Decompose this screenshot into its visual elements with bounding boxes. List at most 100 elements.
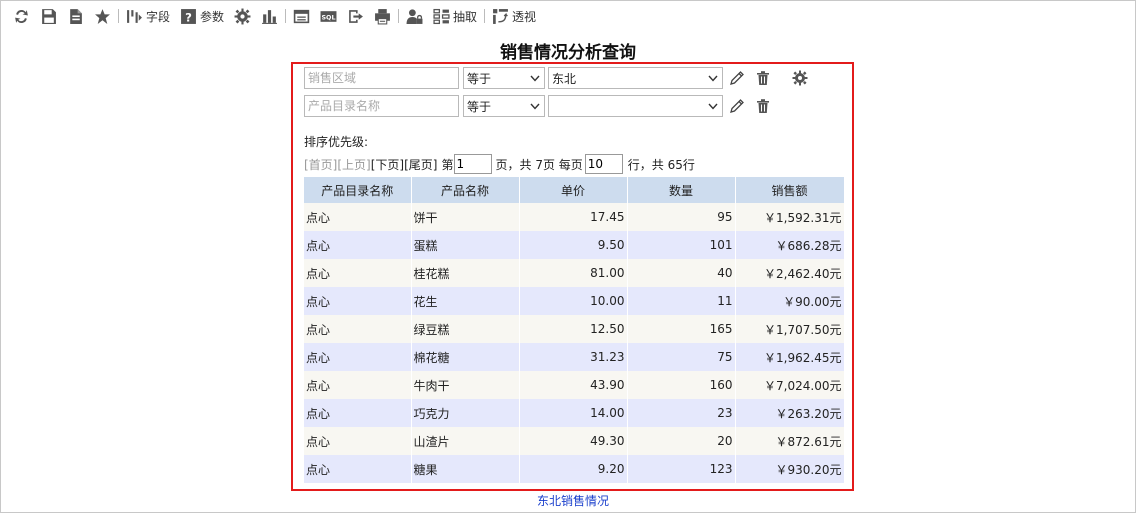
cell-category: 点心 bbox=[304, 231, 412, 259]
pager-page-suffix: 页，共 7页 每页 bbox=[495, 157, 583, 172]
user-lock-icon bbox=[406, 8, 423, 24]
gear-icon bbox=[234, 8, 251, 24]
cell-quantity: 95 bbox=[627, 203, 736, 231]
condition-field-input[interactable] bbox=[304, 67, 459, 89]
print-button[interactable] bbox=[369, 5, 396, 27]
pager-first-link[interactable]: [首页] bbox=[304, 156, 337, 173]
cell-quantity: 20 bbox=[627, 427, 736, 455]
table-row: 点心 山渣片 49.30 20 ￥872.61元 bbox=[304, 427, 845, 455]
column-header[interactable]: 销售额 bbox=[735, 177, 845, 203]
save-icon bbox=[42, 8, 56, 24]
page-number-input[interactable] bbox=[453, 154, 492, 174]
field-icon bbox=[127, 9, 142, 23]
delete-condition-button[interactable] bbox=[753, 96, 773, 116]
table-row: 点心 蛋糕 9.50 101 ￥686.28元 bbox=[304, 231, 845, 259]
cell-category: 点心 bbox=[304, 203, 412, 231]
chevron-down-icon bbox=[708, 75, 718, 82]
cell-category: 点心 bbox=[304, 259, 412, 287]
table-row: 点心 桂花糕 81.00 40 ￥2,462.40元 bbox=[304, 259, 845, 287]
pager-prev-link[interactable]: [上页] bbox=[337, 156, 370, 173]
cell-quantity: 11 bbox=[627, 287, 736, 315]
settings-button[interactable] bbox=[229, 5, 256, 27]
pager-next-link[interactable]: [下页] bbox=[371, 156, 404, 173]
layout-button[interactable] bbox=[288, 5, 315, 27]
condition-value-select[interactable] bbox=[548, 95, 723, 117]
sort-priority-label: 排序优先级: bbox=[304, 135, 369, 149]
cell-product: 巧克力 bbox=[411, 399, 520, 427]
pivot-button[interactable]: 透视 bbox=[487, 5, 541, 27]
table-header-row: 产品目录名称 产品名称 单价 数量 销售额 bbox=[304, 177, 845, 203]
edit-condition-button[interactable] bbox=[727, 96, 747, 116]
drilldown-link[interactable]: 东北销售情况 bbox=[0, 492, 1136, 509]
cell-product: 绿豆糕 bbox=[411, 315, 520, 343]
cell-sales: ￥1,707.50元 bbox=[735, 315, 845, 343]
extract-button[interactable]: 抽取 bbox=[428, 5, 482, 27]
cell-product: 棉花糖 bbox=[411, 343, 520, 371]
cell-price: 9.20 bbox=[519, 455, 628, 483]
cell-product: 桂花糕 bbox=[411, 259, 520, 287]
chevron-down-icon bbox=[708, 103, 718, 110]
refresh-button[interactable] bbox=[8, 5, 35, 27]
cell-product: 蛋糕 bbox=[411, 231, 520, 259]
cell-price: 9.50 bbox=[519, 231, 628, 259]
column-header[interactable]: 数量 bbox=[627, 177, 736, 203]
condition-value-text: 东北 bbox=[552, 71, 577, 86]
cell-price: 10.00 bbox=[519, 287, 628, 315]
condition-row: 等于 bbox=[304, 95, 773, 117]
condition-value-select[interactable]: 东北 bbox=[548, 67, 723, 89]
cell-category: 点心 bbox=[304, 315, 412, 343]
save-as-button[interactable] bbox=[62, 5, 89, 27]
cell-sales: ￥686.28元 bbox=[735, 231, 845, 259]
table-row: 点心 巧克力 14.00 23 ￥263.20元 bbox=[304, 399, 845, 427]
param-button[interactable]: ? 参数 bbox=[175, 5, 229, 27]
condition-settings-button[interactable] bbox=[790, 68, 810, 88]
cell-quantity: 101 bbox=[627, 231, 736, 259]
sql-button[interactable]: SQL bbox=[315, 5, 342, 27]
cell-category: 点心 bbox=[304, 399, 412, 427]
table-row: 点心 牛肉干 43.90 160 ￥7,024.00元 bbox=[304, 371, 845, 399]
bar-chart-icon bbox=[262, 9, 277, 24]
edit-condition-button[interactable] bbox=[727, 68, 747, 88]
field-button-label: 字段 bbox=[146, 9, 171, 24]
star-icon bbox=[95, 8, 110, 24]
sql-icon: SQL bbox=[320, 10, 337, 22]
cell-sales: ￥2,462.40元 bbox=[735, 259, 845, 287]
pager-last-link[interactable]: [尾页] bbox=[404, 156, 437, 173]
rows-per-page-input[interactable] bbox=[584, 154, 623, 174]
pivot-icon bbox=[493, 8, 508, 24]
save-button[interactable] bbox=[35, 5, 62, 27]
pencil-icon bbox=[730, 71, 744, 85]
column-header[interactable]: 单价 bbox=[519, 177, 628, 203]
toolbar-separator bbox=[484, 9, 486, 23]
cell-category: 点心 bbox=[304, 455, 412, 483]
pivot-button-label: 透视 bbox=[512, 9, 537, 24]
cell-price: 43.90 bbox=[519, 371, 628, 399]
condition-field-input[interactable] bbox=[304, 95, 459, 117]
report-title: 销售情况分析查询 bbox=[500, 43, 636, 63]
condition-operator-select[interactable]: 等于 bbox=[463, 95, 545, 117]
cell-price: 81.00 bbox=[519, 259, 628, 287]
field-button[interactable]: 字段 bbox=[121, 5, 175, 27]
extract-button-label: 抽取 bbox=[453, 9, 478, 24]
column-header[interactable]: 产品目录名称 bbox=[304, 177, 412, 203]
export-button[interactable] bbox=[342, 5, 369, 27]
cell-quantity: 75 bbox=[627, 343, 736, 371]
printer-icon bbox=[375, 8, 390, 24]
cell-product: 花生 bbox=[411, 287, 520, 315]
favorite-button[interactable] bbox=[89, 5, 116, 27]
pager-page-prefix: 第 bbox=[441, 157, 454, 172]
chart-button[interactable] bbox=[256, 5, 283, 27]
toolbar-separator bbox=[118, 9, 119, 23]
chevron-down-icon bbox=[530, 103, 540, 110]
delete-condition-button[interactable] bbox=[753, 68, 773, 88]
column-header[interactable]: 产品名称 bbox=[411, 177, 520, 203]
extract-icon bbox=[433, 8, 450, 24]
cell-quantity: 123 bbox=[627, 455, 736, 483]
toolbar-separator bbox=[398, 9, 400, 23]
cell-category: 点心 bbox=[304, 371, 412, 399]
cell-price: 14.00 bbox=[519, 399, 628, 427]
cell-sales: ￥263.20元 bbox=[735, 399, 845, 427]
condition-operator-select[interactable]: 等于 bbox=[463, 67, 545, 89]
pager-rows-suffix: 行，共 65行 bbox=[627, 157, 695, 172]
user-permission-button[interactable] bbox=[401, 5, 428, 27]
